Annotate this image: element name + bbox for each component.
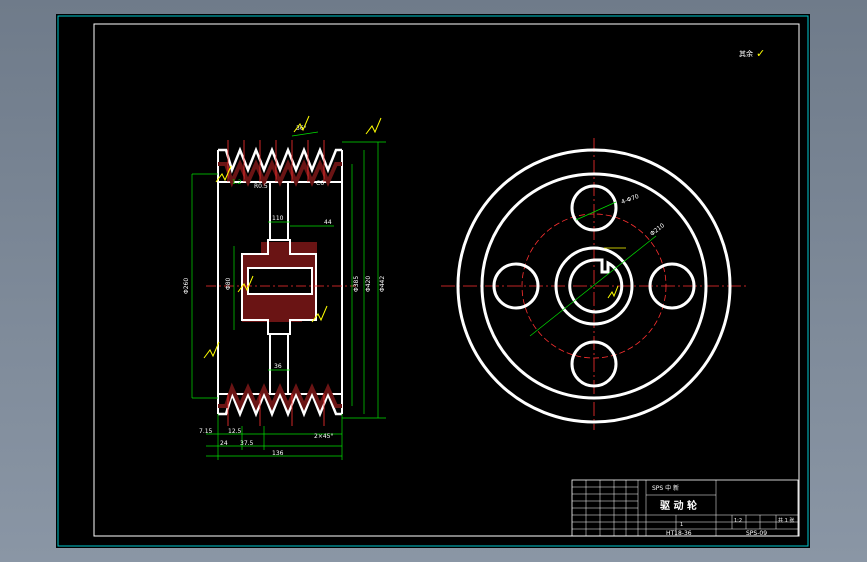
phi210-leader <box>529 235 657 337</box>
keyway-roughness <box>607 285 619 299</box>
dim-110: 110 <box>272 215 284 222</box>
title-count: 1 <box>680 522 683 528</box>
front-phi210-dim: Φ210 <box>649 222 666 238</box>
dim-12-5: 12.5 <box>228 428 242 435</box>
dim-37-5: 37.5 <box>240 440 254 447</box>
roughness-check-symbol: ✓ <box>756 47 765 60</box>
front-view: 4-Φ70 Φ210 <box>441 138 746 430</box>
cad-drawing-canvas: 其余 ✓ 36° 1.2 R0.5 C6 110 44 36 Φ260 Φ80 … <box>56 14 810 548</box>
dim-c6: C6 <box>316 180 324 187</box>
title-sheet: 共 1 张 <box>778 517 794 524</box>
outer-frame <box>57 15 809 547</box>
dim-phi260: Φ260 <box>183 278 190 294</box>
dim-phi420: Φ420 <box>365 276 372 292</box>
title-scale: 1:2 <box>734 518 742 524</box>
phi70-leader <box>575 201 617 221</box>
dim-7-15: 7.15 <box>199 428 213 435</box>
dim-1-2: 1.2 <box>232 179 242 186</box>
title-material: HT18-36 <box>666 530 692 537</box>
bore <box>247 267 313 295</box>
dim-24: 24 <box>220 440 228 447</box>
dim-44: 44 <box>324 219 332 226</box>
dim-136: 136 <box>272 450 284 457</box>
drawing-sheet: 其余 ✓ 36° 1.2 R0.5 C6 110 44 36 Φ260 Φ80 … <box>57 15 809 547</box>
dim-phi80: Φ80 <box>225 277 232 290</box>
dim-groove: 2×45° <box>314 433 333 440</box>
title-drawing-no: SPS-09 <box>746 530 767 537</box>
dim-phi442: Φ442 <box>379 276 386 292</box>
title-part-name: 驱 动 轮 <box>660 499 697 512</box>
dim-phi385: Φ385 <box>353 276 360 292</box>
title-block: SPS 中 新 驱 动 轮 1 HT18-36 1:2 共 1 张 SPS-09 <box>571 479 799 537</box>
dim-36: 36 <box>274 363 282 370</box>
roughness-note: 其余 <box>739 49 753 58</box>
front-phi70-dim: 4-Φ70 <box>620 193 640 206</box>
title-company: SPS 中 新 <box>652 484 679 492</box>
dim-r05: R0.5 <box>254 183 268 190</box>
